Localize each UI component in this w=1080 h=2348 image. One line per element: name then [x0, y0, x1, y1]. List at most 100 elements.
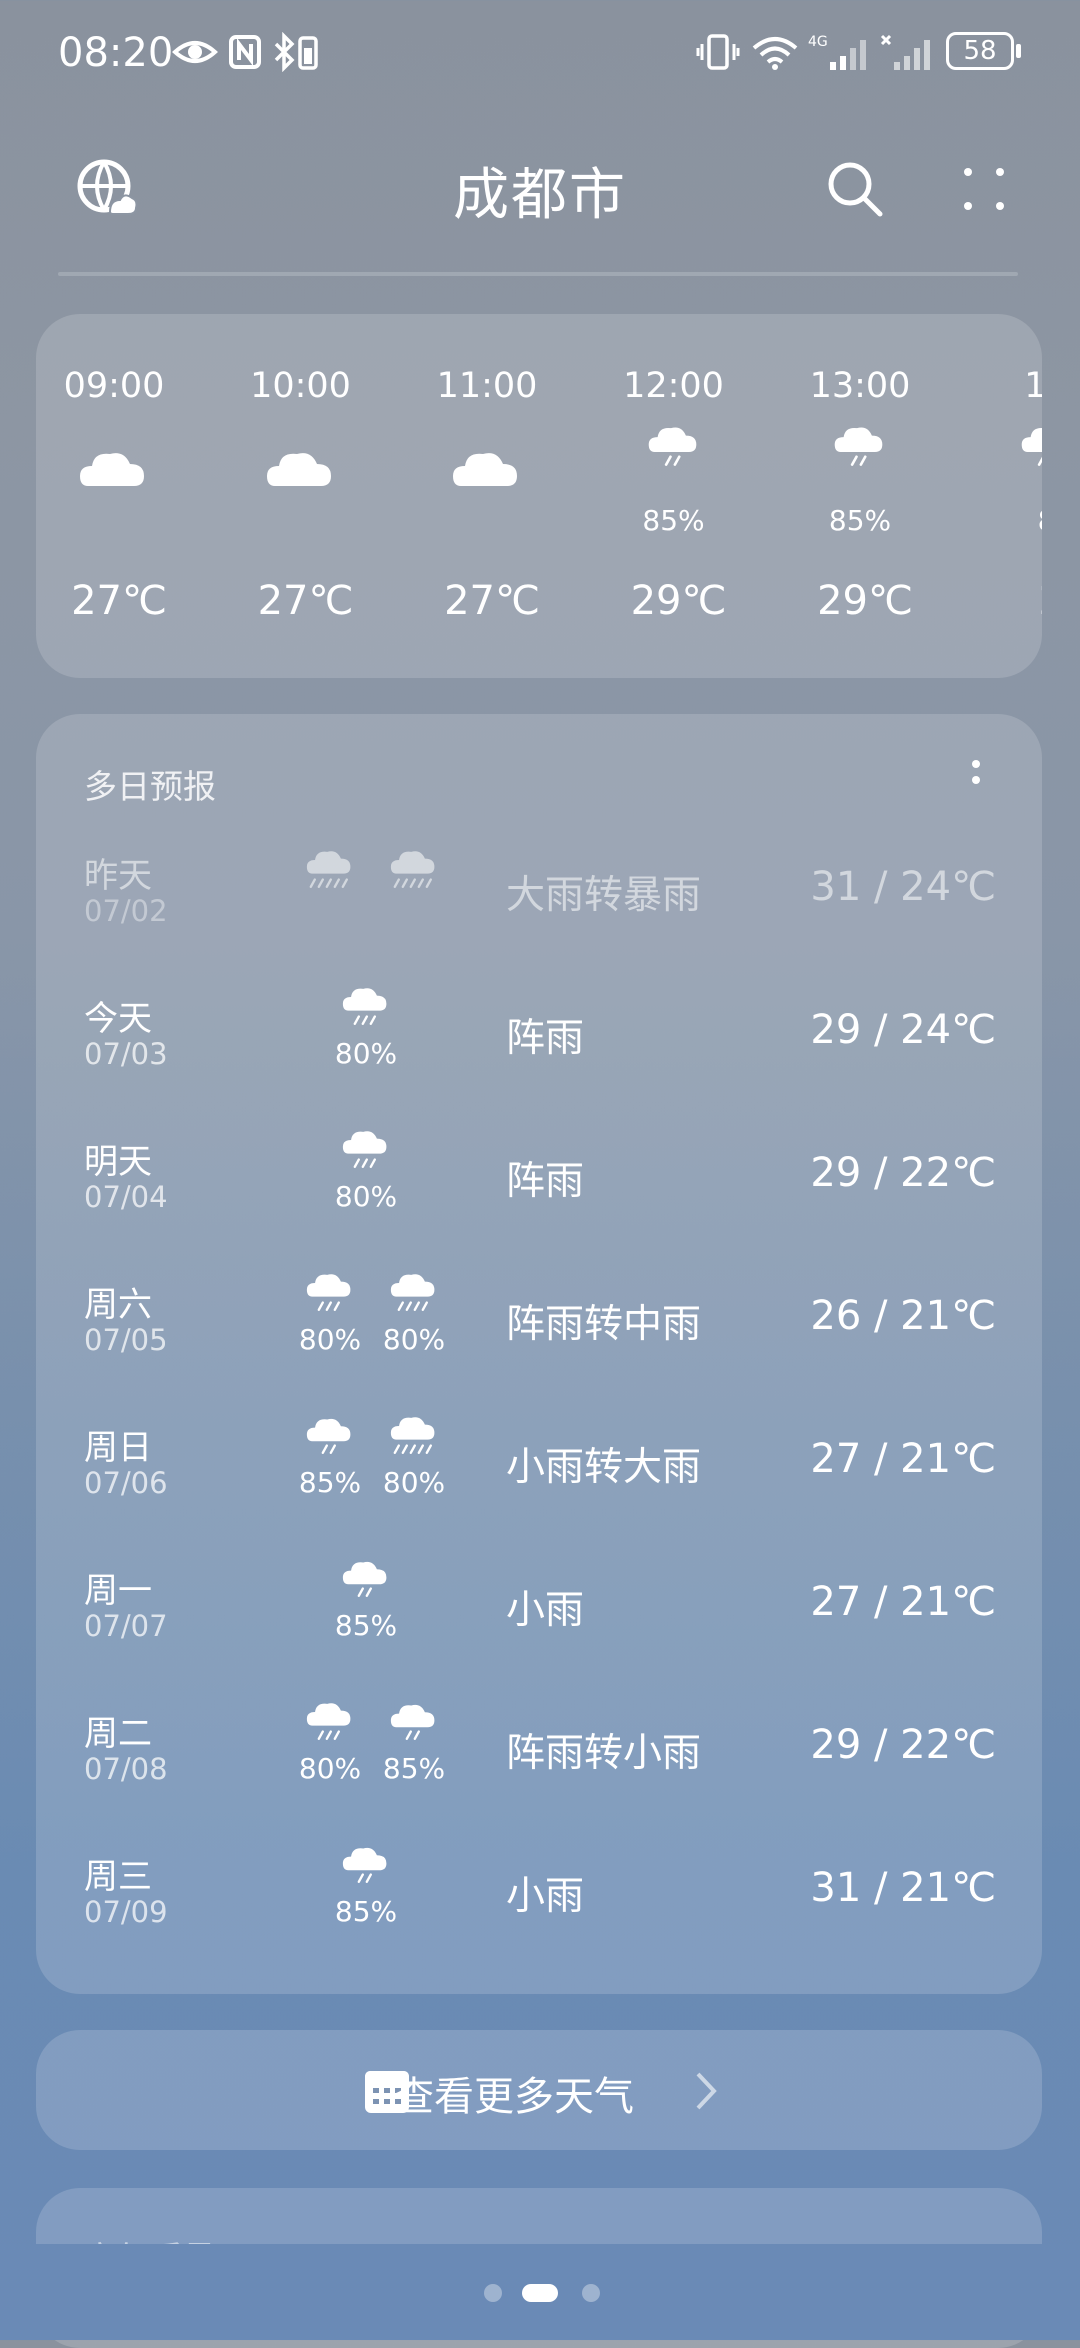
daily-temp-range: 26 / 21℃	[810, 1293, 996, 1339]
daily-day: 周日	[84, 1428, 152, 1468]
daily-day: 今天	[84, 999, 152, 1039]
daily-temp-range: 29 / 22℃	[810, 1150, 996, 1196]
hourly-item: 10:00 27℃	[241, 314, 361, 678]
daily-precip: 85%	[298, 1466, 362, 1499]
daily-row[interactable]: 周日 07/06 85% 80% 小雨转大雨 27 / 21℃	[36, 1417, 1042, 1562]
daily-day: 周二	[84, 1714, 152, 1754]
daily-row[interactable]: 今天 07/03 80% 阵雨 29 / 24℃	[36, 988, 1042, 1133]
page-dot-active	[522, 2284, 558, 2302]
heavy-rain-icon	[382, 846, 446, 910]
daily-date: 07/02	[84, 894, 168, 928]
header-divider	[58, 272, 1018, 276]
daily-precip: 85%	[334, 1609, 398, 1642]
hourly-forecast-card[interactable]: 09:00 27℃ 10:00 27℃ 11:00 27℃ 12:00 85% …	[36, 314, 1042, 678]
battery-level: 58	[963, 36, 997, 66]
daily-temp-range: 29 / 24℃	[810, 1007, 996, 1053]
hourly-time: 11:00	[436, 366, 538, 406]
bluetooth-battery-icon	[274, 32, 318, 72]
daily-row[interactable]: 周二 07/08 80% 85% 阵雨转小雨 29 / 22℃	[36, 1703, 1042, 1848]
battery-cap-icon	[1016, 44, 1021, 58]
daily-description: 阵雨	[506, 1016, 585, 1061]
daily-precip: 85%	[334, 1895, 398, 1928]
nfc-icon	[229, 35, 261, 69]
page-indicator[interactable]	[0, 2284, 1080, 2308]
hourly-temp: 27℃	[71, 578, 167, 624]
daily-row[interactable]: 昨天 07/02 大雨转暴雨 31 / 24℃	[36, 848, 1042, 990]
page-dot	[484, 2284, 502, 2302]
daily-description: 大雨转暴雨	[506, 873, 702, 918]
hourly-time: 14	[1024, 366, 1042, 406]
hourly-item: 12:00 85% 29℃	[614, 314, 734, 678]
daily-precip: 80%	[382, 1323, 446, 1356]
daily-date: 07/06	[84, 1466, 168, 1500]
daily-precip: 85%	[382, 1752, 446, 1785]
daily-precip: 80%	[382, 1466, 446, 1499]
cloudy-icon	[74, 436, 154, 516]
status-time: 08:20	[58, 30, 174, 76]
wifi-icon	[752, 37, 798, 70]
daily-date: 07/09	[84, 1895, 168, 1929]
daily-precip: 80%	[298, 1323, 362, 1356]
daily-description: 小雨转大雨	[506, 1445, 702, 1490]
daily-day: 明天	[84, 1142, 152, 1182]
daily-temp-range: 27 / 21℃	[810, 1579, 996, 1625]
daily-row[interactable]: 周三 07/09 85% 小雨 31 / 21℃	[36, 1847, 1042, 1991]
eye-comfort-icon	[172, 41, 218, 63]
hourly-time: 13:00	[809, 366, 911, 406]
daily-date: 07/04	[84, 1180, 168, 1214]
daily-row[interactable]: 周六 07/05 80% 80% 阵雨转中雨 26 / 21℃	[36, 1274, 1042, 1419]
daily-precip: 80%	[334, 1037, 398, 1070]
daily-description: 阵雨转小雨	[506, 1731, 702, 1776]
daily-description: 小雨	[506, 1874, 585, 1919]
hourly-precip: 85%	[828, 504, 892, 537]
daily-date: 07/05	[84, 1323, 168, 1357]
daily-day: 周六	[84, 1285, 152, 1325]
card-menu-icon[interactable]	[956, 750, 996, 810]
hourly-item: 11:00 27℃	[427, 314, 547, 678]
hourly-time: 09:00	[63, 366, 165, 406]
multi-day-forecast-title: 多日预报	[84, 767, 216, 806]
search-icon[interactable]	[826, 160, 884, 218]
daily-date: 07/08	[84, 1752, 168, 1786]
daily-temp-range: 31 / 21℃	[810, 1865, 996, 1911]
page-dot	[582, 2284, 600, 2302]
daily-description: 小雨	[506, 1588, 585, 1633]
daily-precip: 80%	[334, 1180, 398, 1213]
more-options-icon[interactable]	[960, 164, 1008, 214]
hourly-item: 13:00 85% 29℃	[800, 314, 920, 678]
cloudy-icon	[447, 436, 527, 516]
signal-4g-icon: 4G	[808, 34, 866, 70]
more-weather-label[interactable]: 查看更多天气	[394, 2064, 634, 2122]
status-bar: 08:20 4G 58	[0, 0, 1080, 110]
daily-day: 昨天	[84, 856, 152, 896]
hourly-time: 12:00	[623, 366, 724, 406]
daily-temp-range: 27 / 21℃	[810, 1436, 996, 1482]
hourly-temp: 29℃	[817, 578, 913, 624]
daily-date: 07/07	[84, 1609, 168, 1643]
daily-row[interactable]: 明天 07/04 80% 阵雨 29 / 22℃	[36, 1131, 1042, 1276]
hourly-temp: 27℃	[444, 578, 540, 624]
daily-day: 周一	[84, 1571, 152, 1611]
rain-icon	[820, 420, 900, 500]
hourly-temp: 2	[987, 578, 1042, 624]
heavy-rain-icon	[298, 846, 362, 910]
daily-temp-range: 31 / 24℃	[810, 864, 996, 910]
cloudy-icon	[261, 436, 341, 516]
vibrate-icon	[696, 34, 740, 70]
multi-day-forecast-card: 多日预报 昨天 07/02 大雨转暴雨 31 / 24℃ 今天 07/03 80…	[36, 714, 1042, 1994]
battery-indicator: 58	[946, 32, 1014, 70]
daily-date: 07/03	[84, 1037, 168, 1071]
daily-row[interactable]: 周一 07/07 85% 小雨 27 / 21℃	[36, 1561, 1042, 1705]
city-title: 成都市	[453, 163, 627, 228]
signal-sim2-icon	[880, 34, 930, 70]
rain-icon	[1007, 420, 1042, 500]
hourly-time: 10:00	[250, 366, 351, 406]
chevron-right-icon	[696, 2072, 717, 2110]
hourly-item: 14 8 2	[987, 314, 1042, 678]
daily-temp-range: 29 / 22℃	[810, 1722, 996, 1768]
hourly-precip: 85%	[642, 504, 705, 537]
hourly-precip: 8	[987, 504, 1042, 537]
daily-description: 阵雨转中雨	[506, 1302, 702, 1347]
hourly-item: 09:00 27℃	[54, 314, 174, 678]
daily-description: 阵雨	[506, 1159, 585, 1204]
